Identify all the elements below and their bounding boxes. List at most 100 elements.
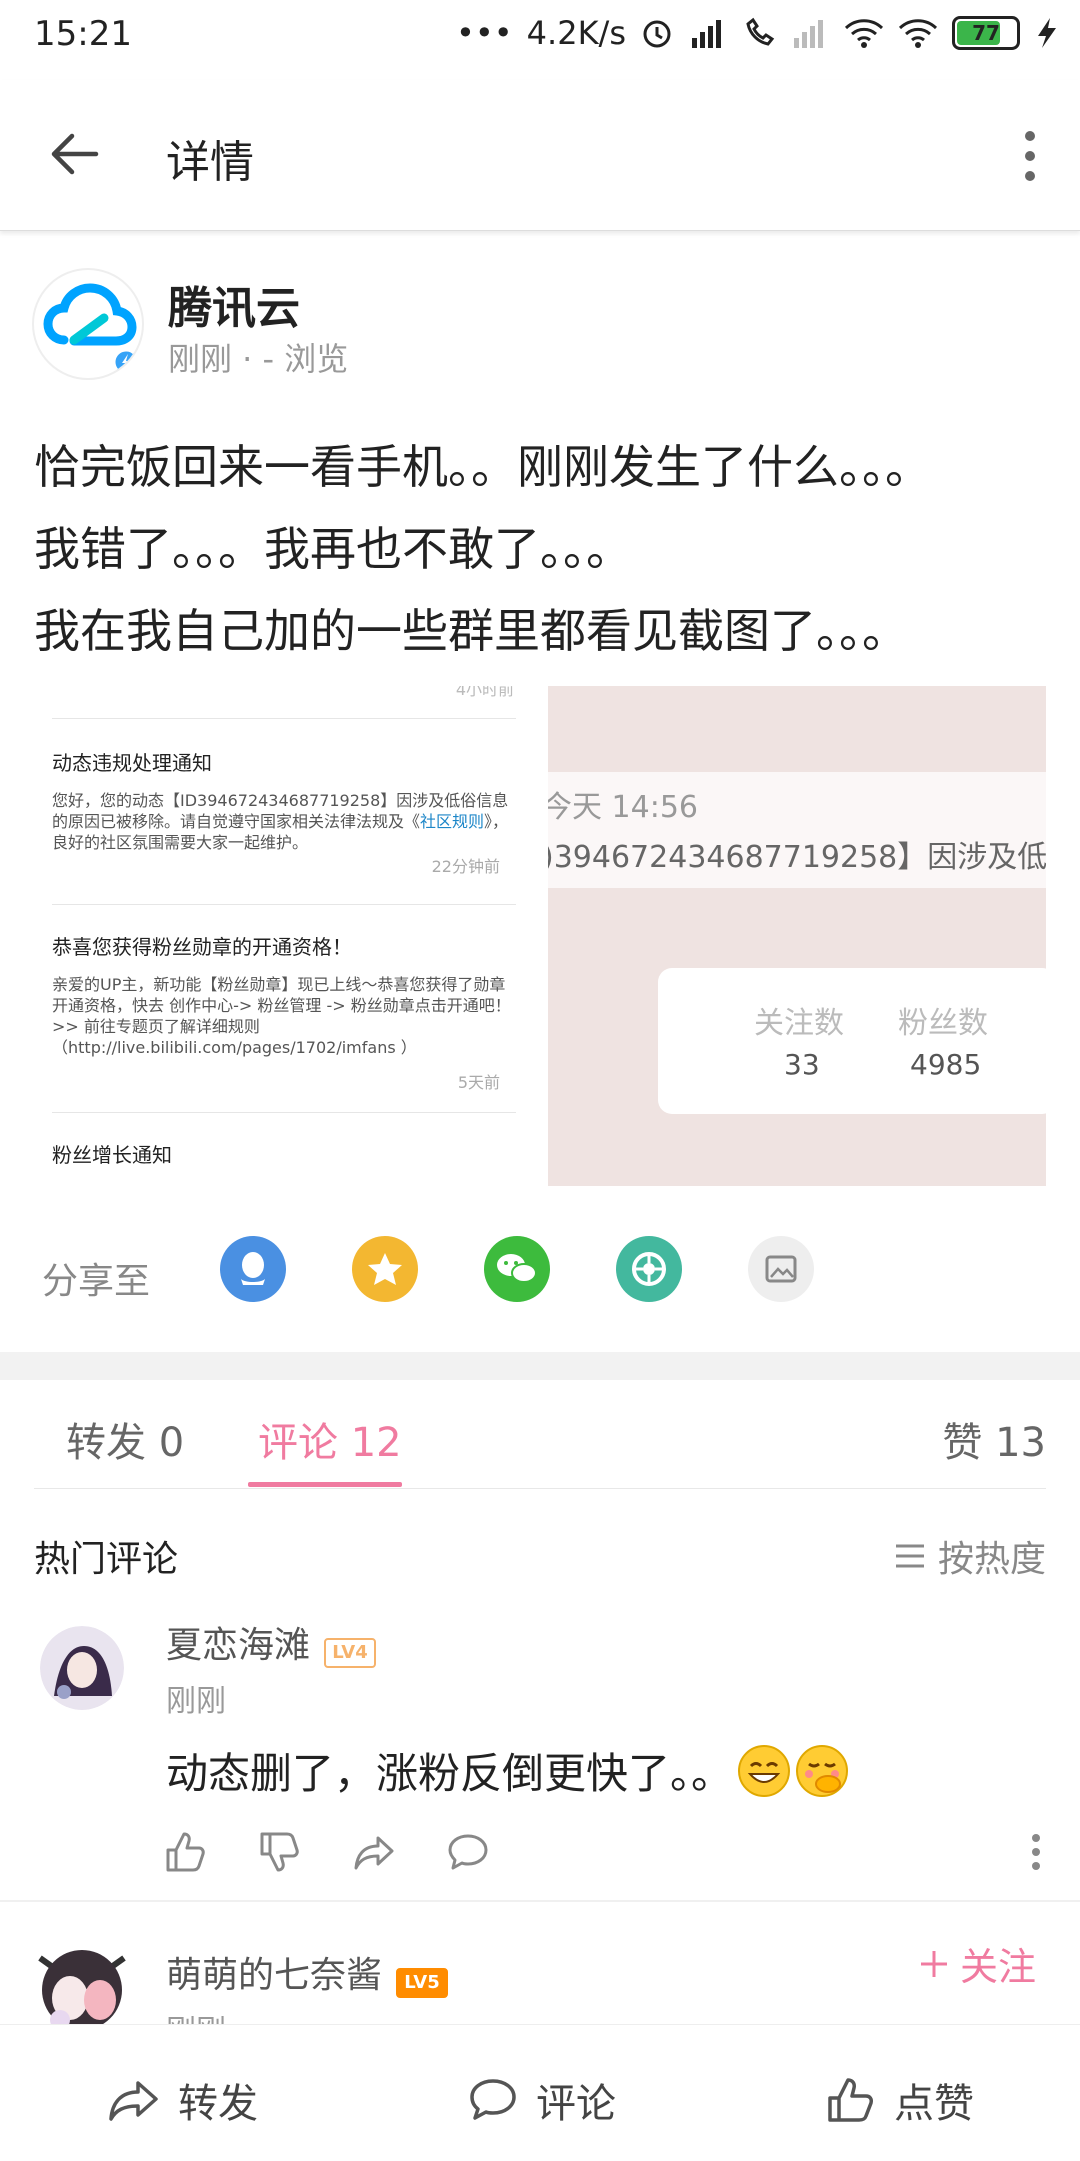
hot-comments-title: 热门评论 xyxy=(34,1539,179,1580)
zoom-time: 今天 14:56 xyxy=(548,790,698,825)
comment-header: 萌萌的七奈酱 LV5 xyxy=(166,1946,449,1998)
bottom-repost-label: 转发 xyxy=(178,2081,258,2127)
cloud-logo-icon xyxy=(43,283,140,376)
comment-username[interactable]: 夏恋海滩 xyxy=(166,1625,310,1666)
stat-value-follow: 33 xyxy=(784,1048,820,1081)
level-badge: LV4 xyxy=(324,1637,377,1668)
app-header: 详情 xyxy=(0,80,1080,231)
post-line: 恰完饭回来一看手机。。刚刚发生了什么。。。 xyxy=(34,440,931,494)
notice-time: 22分钟前 xyxy=(431,857,500,876)
battery-icon: 77 xyxy=(952,16,1020,50)
grin-emoji-icon xyxy=(738,1744,791,1797)
bottom-like-button[interactable]: 点赞 xyxy=(826,2071,974,2129)
comment-divider xyxy=(0,1900,1080,1902)
comment-actions xyxy=(164,1830,490,1874)
moments-icon xyxy=(632,1252,666,1286)
page-title: 详情 xyxy=(166,137,254,188)
tabs-divider xyxy=(34,1488,1046,1489)
comment-content: 动态删了，涨粉反倒更快了。。 xyxy=(166,1740,849,1801)
like-thumb-icon xyxy=(828,2078,873,2122)
status-time: 15:21 xyxy=(34,14,132,54)
alarm-icon xyxy=(643,20,671,48)
bottom-repost-button[interactable]: 转发 xyxy=(108,2071,258,2129)
section-divider xyxy=(0,1352,1080,1380)
image-top-time: 4小时前 xyxy=(455,686,514,699)
tab-like[interactable]: 赞 13 xyxy=(942,1410,1046,1468)
more-vertical-icon[interactable] xyxy=(1020,128,1040,184)
comment-username[interactable]: 萌萌的七奈酱 xyxy=(166,1955,382,1996)
comment-avatar[interactable] xyxy=(30,1928,134,2024)
comment-time: 刚刚 xyxy=(166,2006,226,2024)
comment-header: 夏恋海滩 LV4 xyxy=(166,1616,377,1668)
notice-fans: 粉丝增长通知 xyxy=(52,1112,516,1186)
signal-weak-icon xyxy=(794,20,823,48)
stat-value-fans: 4985 xyxy=(910,1048,982,1081)
more-dots-icon: ••• xyxy=(456,14,513,52)
wechat-icon xyxy=(497,1254,537,1283)
back-arrow-icon[interactable] xyxy=(46,126,102,182)
stat-label-follow: 关注数 xyxy=(754,1006,844,1041)
author-name[interactable]: 腾讯云 xyxy=(168,272,300,336)
forward-icon xyxy=(109,2081,158,2121)
status-icons: ••• 4.2K/s 77 xyxy=(456,14,1060,52)
notice-medal: 恭喜您获得粉丝勋章的开通资格！ 亲爱的UP主，新功能【粉丝勋章】现已上线～恭喜您… xyxy=(52,904,516,1113)
share-qq-button[interactable] xyxy=(220,1236,286,1302)
sort-label: 按热度 xyxy=(937,1539,1046,1580)
notice-time: 5天前 xyxy=(457,1073,500,1092)
call-icon xyxy=(746,17,775,46)
post-line: 我错了。。。我再也不敢了。。。 xyxy=(34,522,632,576)
notice-body: 您好，您的动态【ID394672434687719258】因涉及低俗信息的原因已… xyxy=(52,791,509,852)
notice-title: 粉丝增长通知 xyxy=(52,1143,172,1167)
wifi-icon xyxy=(898,19,938,48)
bottom-comment-label: 评论 xyxy=(536,2081,616,2127)
qq-icon xyxy=(241,1252,265,1285)
post-image-1[interactable]: 4小时前 动态违规处理通知 您好，您的动态【ID3946724346877192… xyxy=(34,686,534,1186)
comment-more-icon[interactable] xyxy=(1030,1832,1042,1872)
follow-button[interactable]: 关注 xyxy=(918,1936,1036,1991)
stats-card: 关注数 33 粉丝数 4985 xyxy=(658,968,1046,1114)
tab-comment[interactable]: 评论 12 xyxy=(258,1410,402,1468)
qzone-icon xyxy=(368,1253,402,1285)
post-line: 我在我自己加的一些群里都看见截图了。。。 xyxy=(34,604,908,658)
share-qzone-button[interactable] xyxy=(352,1236,418,1302)
zoom-panel: 今天 14:56 )394672434687719258】因涉及低俗 xyxy=(548,772,1046,888)
signal-hd-icon xyxy=(692,20,721,48)
comment-item: 萌萌的七奈酱 LV5 刚刚 关注 xyxy=(0,1910,1080,2024)
thumbs-up-icon[interactable] xyxy=(164,1830,208,1874)
wifi-link-icon xyxy=(844,19,884,48)
sort-button[interactable]: 按热度 xyxy=(894,1530,1046,1582)
share-moments-button[interactable] xyxy=(616,1236,682,1302)
plus-icon xyxy=(920,1950,947,1977)
image-icon xyxy=(765,1255,797,1283)
bottom-comment-button[interactable]: 评论 xyxy=(468,2071,616,2129)
zoom-text: )394672434687719258】因涉及低俗 xyxy=(548,840,1046,875)
tab-repost[interactable]: 转发 0 xyxy=(66,1410,184,1468)
notice-link: （http://live.bilibili.com/pages/1702/imf… xyxy=(52,1038,417,1057)
charging-icon xyxy=(1038,18,1056,48)
post-text: 恰完饭回来一看手机。。刚刚发生了什么。。。 我错了。。。我再也不敢了。。。 我在… xyxy=(34,426,1044,672)
bottom-like-label: 点赞 xyxy=(894,2081,974,2127)
notice-title: 动态违规处理通知 xyxy=(52,751,212,775)
tab-indicator xyxy=(248,1482,402,1487)
notice-violation: 动态违规处理通知 您好，您的动态【ID394672434687719258】因涉… xyxy=(52,718,516,905)
bottom-action-bar: 转发 评论 点赞 xyxy=(0,2024,1080,2161)
notice-body: 亲爱的UP主，新功能【粉丝勋章】现已上线～恭喜您获得了勋章开通资格，快去 创作中… xyxy=(52,975,511,1036)
notice-title: 恭喜您获得粉丝勋章的开通资格！ xyxy=(52,935,352,959)
thumbs-down-icon[interactable] xyxy=(258,1830,302,1874)
level-badge: LV5 xyxy=(396,1967,449,1998)
giggle-emoji-icon xyxy=(796,1744,849,1797)
list-icon xyxy=(895,1544,924,1568)
comment-time: 刚刚 xyxy=(166,1684,226,1719)
share-image-button[interactable] xyxy=(748,1236,814,1302)
reply-bubble-icon[interactable] xyxy=(446,1830,490,1874)
comment-avatar[interactable] xyxy=(40,1626,124,1710)
author-avatar[interactable] xyxy=(32,268,144,380)
stat-label-fans: 粉丝数 xyxy=(898,1006,988,1041)
post-meta: 刚刚 · - 浏览 xyxy=(168,340,349,378)
post-image-2[interactable]: 今天 14:56 )394672434687719258】因涉及低俗 关注数 3… xyxy=(548,686,1046,1186)
share-label: 分享至 xyxy=(42,1261,151,1302)
status-bar: 15:21 ••• 4.2K/s 77 xyxy=(0,0,1080,80)
share-wechat-button[interactable] xyxy=(484,1236,550,1302)
comment-bubble-icon xyxy=(470,2079,516,2120)
share-arrow-icon[interactable] xyxy=(352,1830,396,1874)
